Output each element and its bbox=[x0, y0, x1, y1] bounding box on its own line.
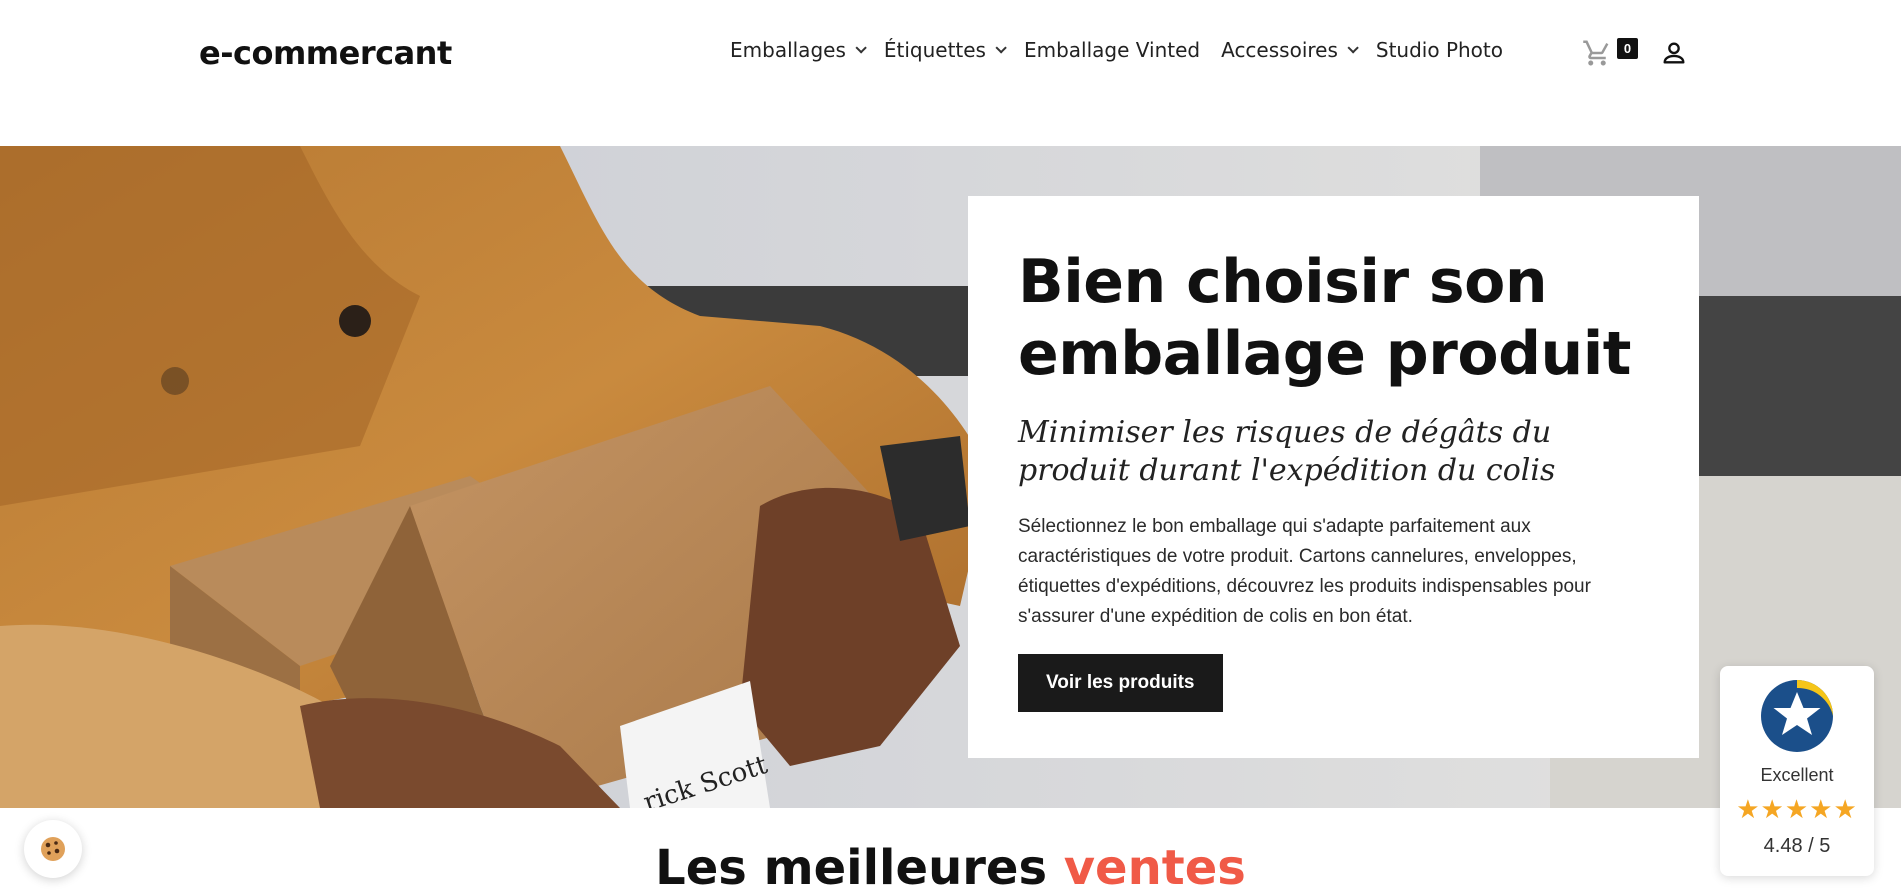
site-logo[interactable]: e-commercant bbox=[199, 34, 452, 72]
user-icon[interactable] bbox=[1660, 39, 1688, 67]
nav-item-label: Emballages bbox=[730, 38, 846, 62]
hero-section: rick Scott Bien choisir son emballage pr… bbox=[0, 146, 1901, 808]
hero-description: Sélectionnez le bon emballage qui s'adap… bbox=[1018, 516, 1591, 627]
nav-item-emballage-vinted[interactable]: Emballage Vinted bbox=[1024, 38, 1200, 62]
chevron-down-icon bbox=[855, 42, 867, 54]
hero-subtitle: Minimiser les risques de dégâts du produ… bbox=[1018, 415, 1556, 488]
nav-item-etiquettes[interactable]: Étiquettes bbox=[883, 38, 1007, 62]
rating-stars: ★★★★★ bbox=[1736, 794, 1858, 824]
best-sellers-title-accent: ventes bbox=[1063, 840, 1246, 895]
nav-item-studio-photo[interactable]: Studio Photo bbox=[1376, 38, 1503, 62]
nav-item-label: Studio Photo bbox=[1375, 38, 1503, 62]
hero-title: Bien choisir son emballage produit bbox=[1018, 247, 1631, 389]
best-sellers-title: Les meilleures bbox=[655, 840, 1048, 895]
rating-score: 4.48 / 5 bbox=[1763, 835, 1831, 857]
cart-count-badge: 0 bbox=[1617, 38, 1638, 59]
cookie-icon bbox=[41, 837, 65, 861]
review-star-logo-icon bbox=[1761, 680, 1833, 752]
hero-card: Bien choisir son emballage produit Minim… bbox=[968, 196, 1699, 758]
nav-item-label: Étiquettes bbox=[883, 38, 986, 62]
cookie-settings-button[interactable] bbox=[24, 820, 82, 878]
chevron-down-icon bbox=[1347, 42, 1359, 54]
rating-label: Excellent bbox=[1760, 765, 1834, 785]
nav-item-accessoires[interactable]: Accessoires bbox=[1221, 38, 1359, 62]
main-nav: Emballages Étiquettes Emballage Vinted A… bbox=[730, 38, 1524, 62]
view-products-button[interactable]: Voir les produits bbox=[1018, 654, 1223, 712]
site-header: e-commercant Emballages Étiquettes Embal… bbox=[0, 0, 1901, 146]
nav-item-label: Accessoires bbox=[1221, 38, 1338, 62]
cart-icon[interactable] bbox=[1582, 38, 1612, 68]
best-sellers-heading: Les meilleures ventes bbox=[0, 838, 1901, 895]
nav-item-label: Emballage Vinted bbox=[1023, 38, 1201, 62]
rating-widget[interactable]: Excellent ★★★★★ 4.48 / 5 bbox=[1720, 666, 1874, 876]
nav-item-emballages[interactable]: Emballages bbox=[730, 38, 867, 62]
chevron-down-icon bbox=[995, 42, 1007, 54]
